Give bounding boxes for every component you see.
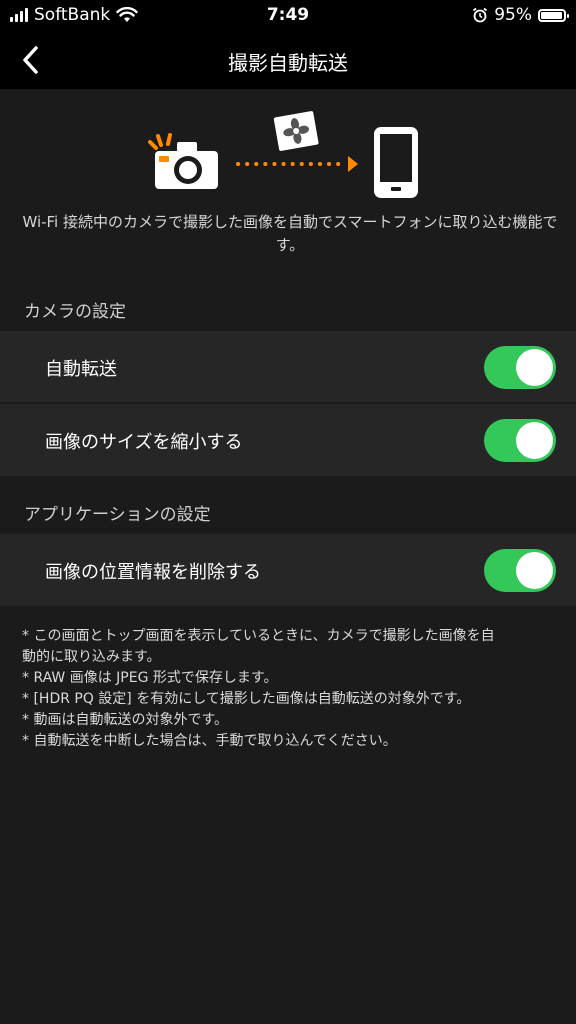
navigation-bar: 撮影自動転送 <box>0 32 576 89</box>
transfer-arrow <box>236 156 358 172</box>
note-line: * RAW 画像は JPEG 形式で保存します。 <box>22 670 278 686</box>
reduce-size-label: 画像のサイズを縮小する <box>45 432 243 453</box>
note-line: * [HDR PQ 設定] を有効にして撮影した画像は自動転送の対象外です。 <box>22 691 471 707</box>
notes: * この画面とトップ画面を表示しているときに、カメラで撮影した画像を自 動的に取… <box>22 626 562 752</box>
camera-icon <box>148 133 218 189</box>
transfer-illustration <box>148 111 418 198</box>
camera-settings-header: カメラの設定 <box>24 302 126 322</box>
reduce-size-row: 画像のサイズを縮小する <box>0 404 576 476</box>
flower-photo-icon <box>273 111 319 151</box>
note-line: * この画面とトップ画面を表示しているときに、カメラで撮影した画像を自 <box>22 628 495 644</box>
smartphone-icon <box>374 127 418 198</box>
alarm-icon <box>473 7 488 23</box>
battery-icon <box>538 8 569 22</box>
app-settings-header: アプリケーションの設定 <box>24 505 211 525</box>
page-title: 撮影自動転送 <box>228 51 348 75</box>
auto-transfer-label: 自動転送 <box>45 359 117 380</box>
note-line: 動的に取り込みます。 <box>22 649 161 665</box>
note-line: * 自動転送を中断した場合は、手動で取り込んでください。 <box>22 733 397 749</box>
auto-transfer-row: 自動転送 <box>0 331 576 403</box>
remove-location-toggle[interactable] <box>484 549 556 592</box>
feature-description: Wi-Fi 接続中のカメラで撮影した画像を自動でスマートフォンに取り込む機能です… <box>22 213 558 254</box>
remove-location-row: 画像の位置情報を削除する <box>0 534 576 606</box>
note-line: * 動画は自動転送の対象外です。 <box>22 712 229 728</box>
status-right: 95% <box>472 5 569 25</box>
battery-percent: 95% <box>494 5 532 25</box>
reduce-size-toggle[interactable] <box>484 419 556 462</box>
auto-transfer-toggle[interactable] <box>484 346 556 389</box>
status-bar: SoftBank 7:49 95% <box>0 0 576 32</box>
remove-location-label: 画像の位置情報を削除する <box>45 562 261 583</box>
